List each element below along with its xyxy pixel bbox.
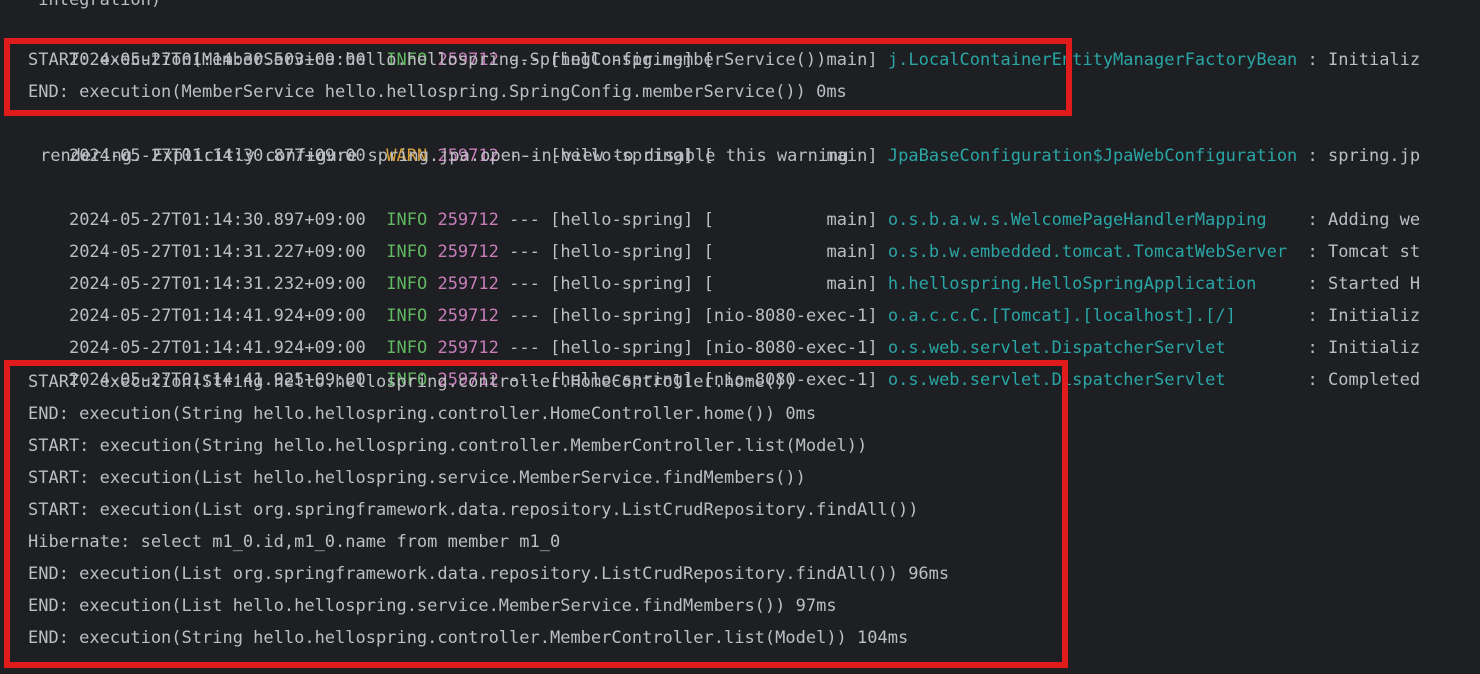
log-message: : spring.jp <box>1307 146 1421 166</box>
log-line: 2024-05-27T01:14:31.227+09:00 INFO 25971… <box>28 204 1420 262</box>
log-line: 2024-05-27T01:14:41.924+09:00 INFO 25971… <box>28 268 1420 326</box>
log-line: 2024-05-27T01:14:41.924+09:00 INFO 25971… <box>28 300 1420 358</box>
log-line: 2024-05-27T01:14:30.897+09:00 INFO 25971… <box>28 172 1420 230</box>
log-logger-link[interactable]: JpaBaseConfiguration$JpaWebConfiguration <box>888 146 1297 166</box>
highlight-box-aop-config <box>4 38 1072 116</box>
highlight-box-aop-request <box>4 360 1068 668</box>
log-message: : Completed <box>1307 370 1421 390</box>
log-continuation: rendering. Explicitly configure spring.j… <box>40 146 849 166</box>
console-output[interactable]: integration) 2024-05-27T01:14:30.503+09:… <box>0 0 1480 674</box>
log-line: 2024-05-27T01:14:31.232+09:00 INFO 25971… <box>28 236 1420 294</box>
log-message: : Initializ <box>1307 50 1421 70</box>
